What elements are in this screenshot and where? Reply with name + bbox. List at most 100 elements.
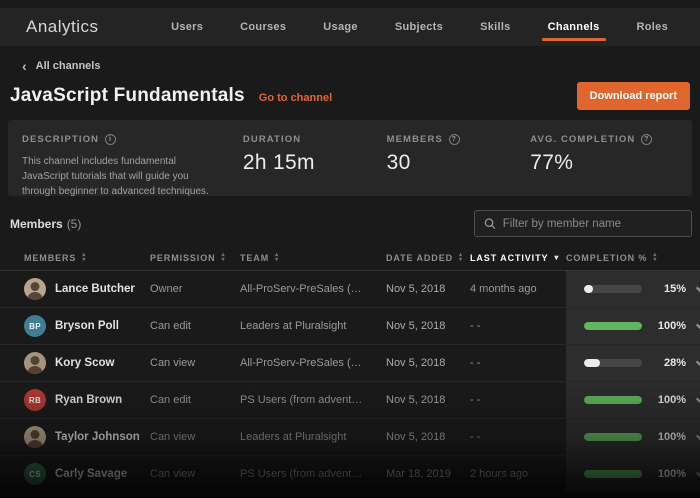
tab-courses[interactable]: Courses [238,9,288,45]
member-date-added: Nov 5, 2018 [386,357,446,369]
tab-subjects[interactable]: Subjects [393,9,445,45]
member-permission: Can edit [150,320,191,332]
table-row: Kory Scow Can view All-ProServ-PreSales … [0,345,700,382]
member-name: Kory Scow [55,357,115,369]
breadcrumb-all-channels[interactable]: ‹ All channels [0,46,101,74]
table-row: RB Ryan Brown Can edit PS Users (from ad… [0,382,700,419]
member-permission: Can edit [150,394,191,406]
chevron-down-icon[interactable] [695,393,700,404]
member-date-added: Mar 18, 2019 [386,468,451,480]
members-count: (5) [66,216,82,231]
sort-icon: ▴ ▾ [653,251,658,263]
member-permission: Can view [150,357,196,369]
member-last-activity: - - [470,320,481,332]
column-header-members[interactable]: MEMBERS ▴ ▾ [24,251,150,263]
chevron-down-icon[interactable] [695,319,700,330]
member-last-activity: 4 months ago [470,283,537,295]
members-label: MEMBERS [386,134,443,145]
completion-percent: 15% [663,283,686,295]
chevron-left-icon: ‹ [22,58,27,74]
member-name: Taylor Johnson [55,431,140,443]
tab-channels[interactable]: Channels [541,9,606,45]
member-team: PS Users (from advent… [240,394,363,406]
question-icon[interactable]: ? [641,134,653,145]
member-team: All-ProServ-PreSales (… [240,283,362,295]
member-name: Carly Savage [55,468,128,480]
avatar [24,426,46,448]
avatar: RB [24,389,46,411]
completion-bar [584,396,642,404]
member-team: All-ProServ-PreSales (… [240,357,362,369]
info-icon[interactable]: i [105,134,117,145]
column-header-date-added[interactable]: DATE ADDED ▴ ▾ [386,252,470,263]
top-bar: Analytics Users Courses Usage Subjects Skill… [0,8,700,46]
completion-percent: 100% [657,431,686,443]
members-title-text: Members [10,216,63,231]
members-value: 30 [386,151,411,174]
breadcrumb-label: All channels [35,60,101,72]
completion-bar [584,470,642,478]
tab-skills[interactable]: Skills [478,9,513,45]
member-last-activity: - - [470,394,481,406]
chevron-down-icon[interactable] [695,282,700,293]
description-label: DESCRIPTION [22,134,100,145]
duration-value: 2h 15m [242,151,315,174]
column-header-permission[interactable]: PERMISSION ▴ ▾ [150,251,240,263]
avg-completion-value: 77% [530,151,574,174]
avatar: BP [24,315,46,337]
members-section-title: Members (5) [10,217,81,231]
top-nav: Users Courses Usage Subjects Skills Channels R… [169,9,682,45]
app-title: Analytics [26,17,99,36]
page-title: JavaScript Fundamentals [10,85,245,106]
column-header-team[interactable]: TEAM ▴ ▾ [240,252,386,263]
channel-summary-card: DESCRIPTION i This channel includes fund… [8,120,692,197]
filter-input[interactable] [502,217,682,230]
tab-users[interactable]: Users [169,9,205,45]
completion-bar [584,433,642,441]
table-row: CS Carly Savage Can view PS Users (from … [0,456,700,493]
go-to-channel-link[interactable]: Go to channel [259,92,332,104]
member-team: Leaders at Pluralsight [240,320,347,332]
duration-label: DURATION [242,134,302,145]
description-text: This channel includes fundamental JavaSc… [22,156,209,197]
column-header-completion[interactable]: COMPLETION % ▴ ▾ [566,251,700,263]
members-section-header: Members (5) [0,196,700,245]
tab-usage[interactable]: Usage [321,9,360,45]
member-team: Leaders at Pluralsight [240,431,347,443]
avatar: CS [24,463,46,485]
tab-roles[interactable]: Roles [635,9,670,45]
avatar [24,278,46,300]
page-header: JavaScript Fundamentals Go to channel Do… [0,72,700,110]
download-report-button[interactable]: Download report [576,82,690,110]
column-header-last-activity[interactable]: LAST ACTIVITY ▾ [470,253,566,263]
members-stat: MEMBERS ? 30 [387,134,531,180]
member-date-added: Nov 5, 2018 [386,283,446,295]
member-name: Bryson Poll [55,320,119,332]
analytics-channel-detail-screen: Analytics Users Courses Usage Subjects Skill… [0,0,700,498]
chevron-down-icon[interactable] [695,356,700,367]
sort-icon: ▴ ▾ [82,251,87,263]
member-last-activity: 2 hours ago [470,468,529,480]
question-icon[interactable]: ? [448,134,460,145]
completion-bar [584,322,642,330]
table-row: BP Bryson Poll Can edit Leaders at Plura… [0,308,700,345]
member-permission: Can view [150,431,196,443]
chevron-down-icon[interactable] [695,430,700,441]
member-filter[interactable] [474,210,692,237]
member-date-added: Nov 5, 2018 [386,431,446,443]
chevron-down-icon[interactable] [695,467,700,478]
member-team: PS Users (from advent… [240,468,363,480]
completion-percent: 100% [657,468,686,480]
member-date-added: Nov 5, 2018 [386,320,446,332]
completion-bar [584,359,642,367]
table-row: Lance Butcher Owner All-ProServ-PreSales… [0,271,700,308]
members-table: MEMBERS ▴ ▾ PERMISSION ▴ ▾ TEAM ▴ ▾ DATE AD… [0,245,700,493]
member-name: Lance Butcher [55,283,135,295]
table-row: Taylor Johnson Can view Leaders at Plura… [0,419,700,456]
completion-percent: 100% [657,320,686,332]
avatar [24,352,46,374]
sort-icon: ▴ ▾ [221,251,226,263]
member-last-activity: - - [470,431,481,443]
member-last-activity: - - [470,357,481,369]
completion-bar [584,285,642,293]
